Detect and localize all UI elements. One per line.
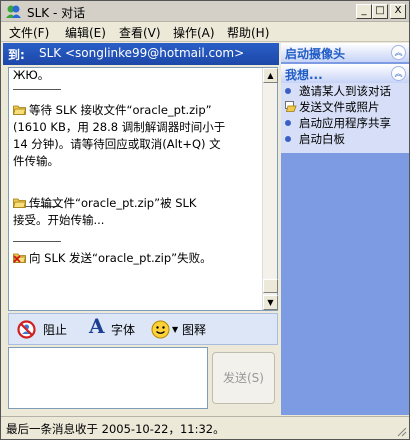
menu-file[interactable]: 文件(F)	[9, 24, 49, 41]
message-line: 等待 SLK 接收文件“oracle_pt.zip”	[29, 103, 212, 117]
partial-message: ЖЮ。	[13, 68, 50, 82]
message-line: 向 SLK 发送“oracle_pt.zip”失败。	[29, 251, 212, 265]
title-bar[interactable]: SLK - 对话 _ □ X	[1, 1, 409, 22]
message-input[interactable]	[8, 347, 208, 409]
contact-address[interactable]: SLK <songlinke99@hotmail.com>	[39, 46, 244, 60]
send-file-link[interactable]: 发送文件或照片	[285, 99, 380, 115]
ideas-header-label: 我想...	[285, 68, 323, 82]
conversation-content: ЖЮ。 等待 SLK 接收文件“oracle_pt.zip” (1610 KB，…	[9, 68, 262, 310]
webcam-header-label: 启动摄像头	[285, 47, 346, 61]
send-file-icon	[285, 101, 297, 112]
app-sharing-link[interactable]: 启动应用程序共享	[285, 115, 391, 131]
message-failed: 向 SLK 发送“oracle_pt.zip”失败。	[13, 250, 261, 267]
message-line: 接受。开始传输...	[13, 213, 105, 227]
chevron-up-icon[interactable]: ︽	[391, 66, 406, 81]
send-file-label: 发送文件或照片	[299, 100, 380, 114]
app-sharing-label: 启动应用程序共享	[299, 116, 391, 130]
message-line: 传输文件“oracle_pt.zip”被 SLK	[29, 196, 197, 210]
folder-icon	[13, 105, 26, 115]
conversation-history[interactable]: ЖЮ。 等待 SLK 接收文件“oracle_pt.zip” (1610 KB，…	[8, 67, 278, 311]
send-button[interactable]: 发送(S)	[212, 352, 275, 404]
font-icon: A	[89, 314, 105, 338]
menu-help[interactable]: 帮助(H)	[227, 24, 269, 41]
invite-label: 邀请某人到该对话	[299, 84, 391, 98]
folder-error-icon	[13, 253, 26, 263]
message-line: 14 分钟)。请等待回应或取消(Alt+Q) 文	[13, 137, 221, 151]
bullet-icon	[285, 88, 291, 94]
message-transfer: 传输文件“oracle_pt.zip”被 SLK 接受。开始传输...	[13, 195, 261, 229]
menu-bar: 文件(F) 编辑(E) 查看(V) 操作(A) 帮助(H)	[1, 22, 409, 42]
whiteboard-label: 启动白板	[299, 132, 345, 146]
maximize-button[interactable]: □	[372, 4, 388, 19]
menu-view[interactable]: 查看(V)	[119, 24, 161, 41]
message-line: (1610 KB，用 28.8 调制解调器时间小于	[13, 120, 226, 134]
messenger-icon	[6, 5, 21, 18]
scroll-down-button[interactable]: ▼	[263, 295, 278, 310]
formatting-toolbar: 阻止 A 字体 ▼ 图释	[8, 313, 278, 345]
chevron-up-icon[interactable]: ︽	[391, 45, 406, 60]
status-bar: 最后一条消息收于 2005-10-22，11:32。	[1, 416, 409, 439]
conversation-scrollbar[interactable]: ▲ ▼	[262, 68, 278, 310]
font-label: 字体	[111, 323, 136, 337]
whiteboard-link[interactable]: 启动白板	[285, 131, 345, 147]
window-title: SLK - 对话	[27, 6, 86, 20]
message-waiting: 等待 SLK 接收文件“oracle_pt.zip” (1610 KB，用 28…	[13, 102, 261, 170]
resize-grip-icon[interactable]	[396, 426, 407, 437]
side-panel: 启动摄像头 ︽ 我想... ︽ 邀请某人到该对话 发送文件或照片 启动应用程序共…	[281, 43, 409, 415]
ideas-list: 邀请某人到该对话 发送文件或照片 启动应用程序共享 启动白板	[281, 83, 409, 153]
block-label: 阻止	[43, 323, 68, 337]
webcam-header[interactable]: 启动摄像头 ︽	[281, 43, 409, 62]
menu-edit[interactable]: 编辑(E)	[65, 24, 106, 41]
message-separator	[13, 89, 61, 90]
menu-actions[interactable]: 操作(A)	[173, 24, 215, 41]
chevron-down-icon: ▼	[172, 325, 179, 334]
bullet-icon	[285, 120, 291, 126]
minimize-button[interactable]: _	[356, 4, 372, 19]
scroll-up-button[interactable]: ▲	[263, 68, 278, 83]
emoticon-label: 图释	[182, 323, 207, 337]
block-icon	[17, 320, 36, 339]
message-line: 件传输。	[13, 154, 59, 168]
ideas-header[interactable]: 我想... ︽	[281, 64, 409, 83]
smiley-icon	[151, 320, 170, 339]
to-bar: 到: SLK <songlinke99@hotmail.com>	[3, 43, 279, 65]
folder-icon	[13, 198, 26, 208]
invite-link[interactable]: 邀请某人到该对话	[285, 83, 391, 99]
bullet-icon	[285, 136, 291, 142]
conversation-window: SLK - 对话 _ □ X 文件(F) 编辑(E) 查看(V) 操作(A) 帮…	[0, 0, 410, 440]
font-button[interactable]: A 字体	[89, 314, 145, 340]
message-separator	[13, 241, 61, 242]
block-button[interactable]: 阻止	[17, 320, 75, 340]
scroll-thumb[interactable]	[263, 279, 278, 293]
to-label: 到:	[8, 48, 25, 62]
emoticon-button[interactable]: ▼ 图释	[151, 320, 217, 340]
last-message-status: 最后一条消息收于 2005-10-22，11:32。	[6, 422, 225, 436]
close-button[interactable]: X	[390, 4, 406, 19]
